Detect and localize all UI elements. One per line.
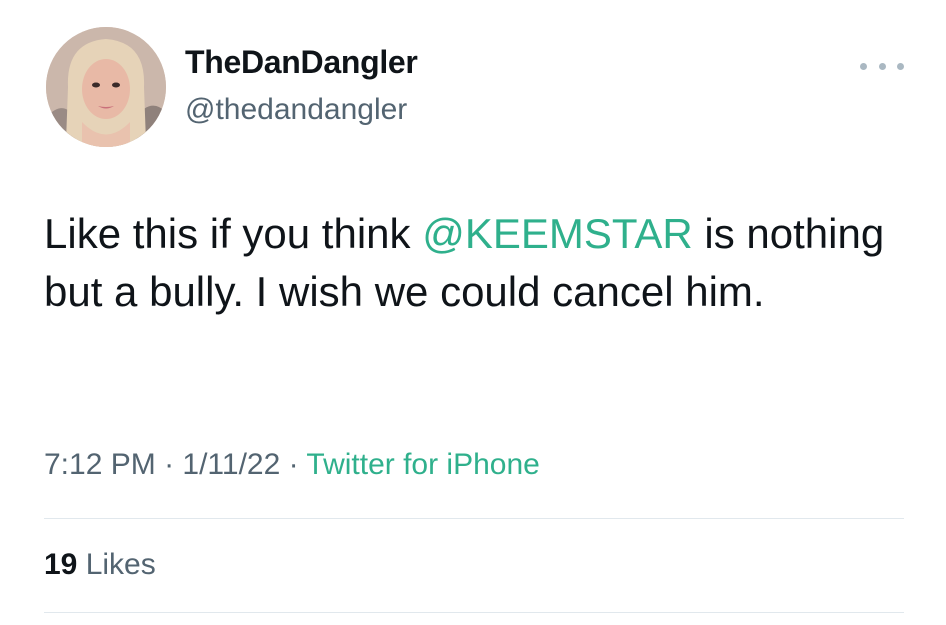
avatar[interactable] [46, 27, 166, 147]
display-name[interactable]: TheDanDangler [185, 46, 418, 78]
meta-separator: · [280, 448, 307, 481]
divider [44, 518, 904, 519]
tweet-text: Like this if you think @KEEMSTAR is noth… [44, 205, 904, 321]
more-dot [860, 62, 867, 70]
likes-label: Likes [77, 548, 156, 581]
more-horizontal-icon[interactable] [860, 54, 904, 78]
tweet-meta: 7:12 PM · 1/11/22 · Twitter for iPhone [44, 450, 540, 480]
tweet-date[interactable]: 1/11/22 [182, 448, 280, 481]
divider [44, 612, 904, 613]
likes-stat[interactable]: 19 Likes [44, 550, 156, 580]
user-handle[interactable]: @thedandangler [185, 95, 407, 125]
avatar-image [46, 27, 166, 147]
mention-link[interactable]: @KEEMSTAR [422, 210, 693, 257]
tweet-time[interactable]: 7:12 PM [44, 448, 156, 481]
more-dot [878, 62, 886, 70]
tweet-card: TheDanDangler @thedandangler Like this i… [0, 0, 946, 625]
likes-count: 19 [44, 548, 78, 581]
meta-separator: · [155, 448, 183, 481]
more-dot [897, 62, 904, 70]
tweet-source-link[interactable]: Twitter for iPhone [306, 448, 539, 481]
tweet-text-start: Like this if you think [44, 210, 423, 257]
